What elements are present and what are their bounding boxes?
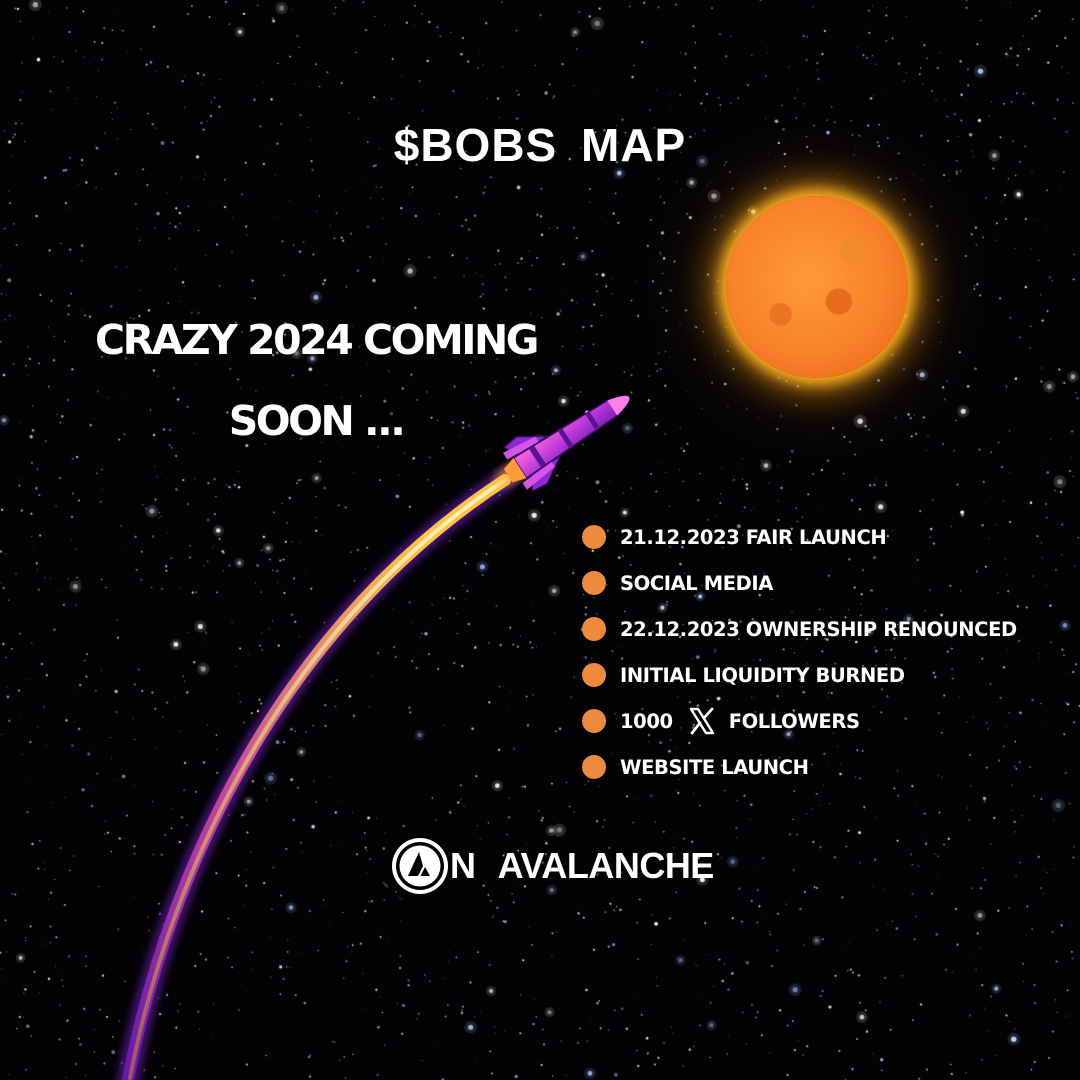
roadmap-list: 21.12.2023 FAIR LAUNCH SOCIAL MEDIA 22.1… <box>582 514 1017 790</box>
x-logo-icon <box>689 707 714 735</box>
roadmap-item-label-count: 1000 <box>620 709 673 733</box>
bullet-dot-icon <box>582 663 606 687</box>
roadmap-item-website-launch: WEBSITE LAUNCH <box>582 744 1017 790</box>
roadmap-item-ownership-renounced: 22.12.2023 OWNERSHIP RENOUNCED <box>582 606 1017 652</box>
tagline: CRAZY 2024 COMING SOON ... <box>86 300 546 462</box>
avalanche-logo-icon <box>392 838 448 894</box>
avalanche-label: N AVALANCHE <box>450 845 714 886</box>
bullet-dot-icon <box>582 525 606 549</box>
roadmap-item-liquidity-burned: INITIAL LIQUIDITY BURNED <box>582 652 1017 698</box>
roadmap-item-label: 22.12.2023 OWNERSHIP RENOUNCED <box>620 617 1017 641</box>
bullet-dot-icon <box>582 571 606 595</box>
roadmap-item-label-suffix: FOLLOWERS <box>728 709 860 733</box>
avalanche-badge: N AVALANCHE <box>392 838 714 894</box>
bullet-dot-icon <box>582 617 606 641</box>
roadmap-item-label: INITIAL LIQUIDITY BURNED <box>620 663 905 687</box>
roadmap-poster: $BOBS MAP CRAZY 2024 COMING SOON ... 21.… <box>0 0 1080 1080</box>
roadmap-item-label: 21.12.2023 FAIR LAUNCH <box>620 525 887 549</box>
roadmap-item-fair-launch: 21.12.2023 FAIR LAUNCH <box>582 514 1017 560</box>
tagline-line-2: SOON ... <box>228 397 406 446</box>
rocket-trail <box>117 469 516 1080</box>
page-title: $BOBS MAP <box>393 119 687 171</box>
roadmap-item-social-media: SOCIAL MEDIA <box>582 560 1017 606</box>
roadmap-item-label: WEBSITE LAUNCH <box>620 755 809 779</box>
bullet-dot-icon <box>582 755 606 779</box>
tagline-line-1: CRAZY 2024 COMING <box>95 316 539 364</box>
bullet-dot-icon <box>582 709 606 733</box>
roadmap-item-label: SOCIAL MEDIA <box>620 571 773 595</box>
roadmap-item-followers: 1000 FOLLOWERS <box>582 698 1017 744</box>
